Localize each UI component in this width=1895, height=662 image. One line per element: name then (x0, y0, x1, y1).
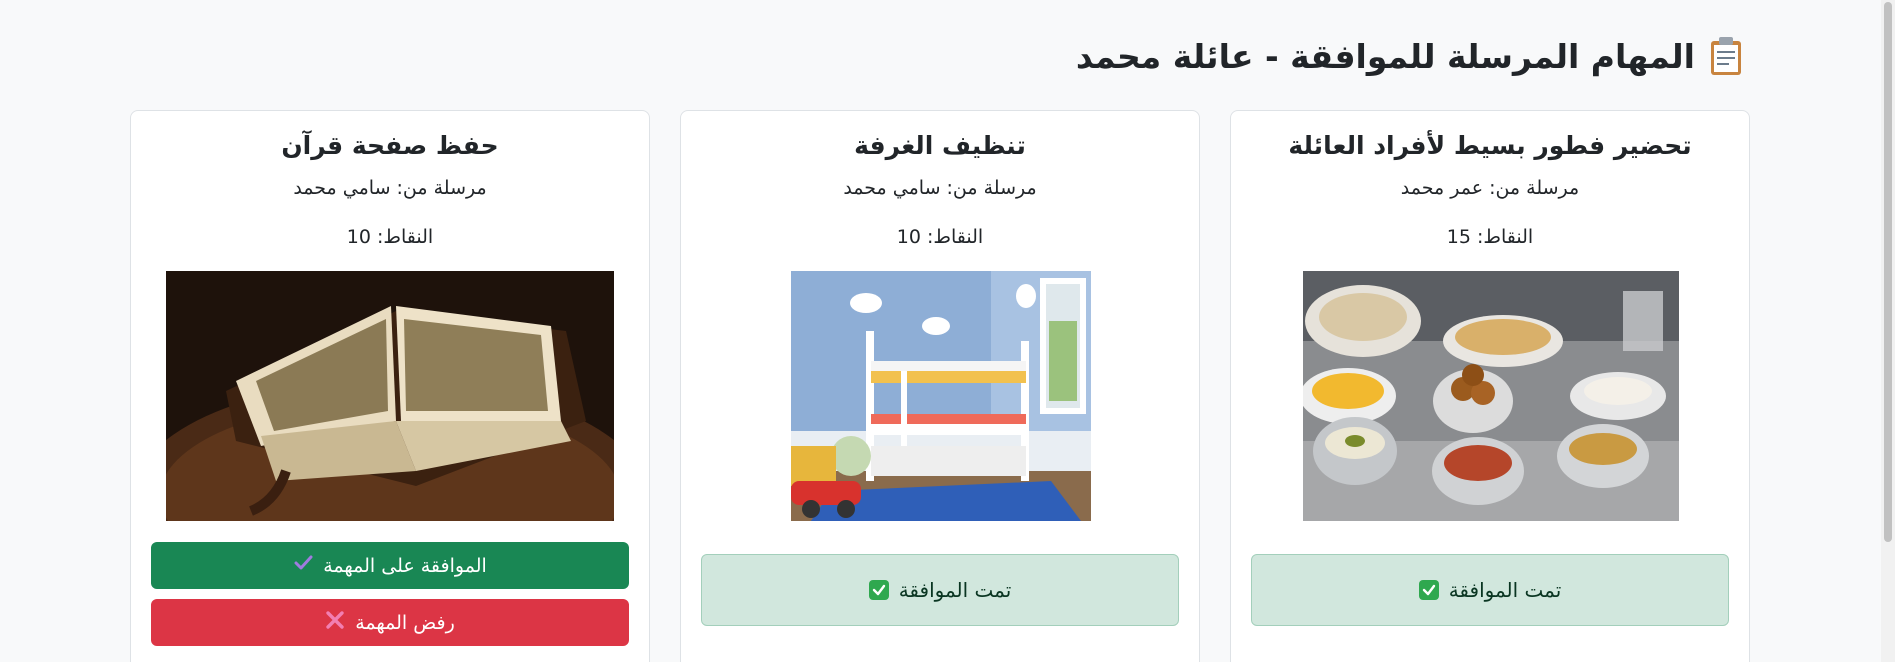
task-card-clean-room: تنظيف الغرفة مرسلة من: سامي محمد النقاط:… (680, 110, 1200, 662)
task-card-breakfast: تحضير فطور بسيط لأفراد العائلة مرسلة من:… (1230, 110, 1750, 662)
task-sender: مرسلة من: سامي محمد (843, 177, 1037, 199)
cross-mark-icon (325, 610, 345, 635)
task-title: تحضير فطور بسيط لأفراد العائلة (1288, 131, 1692, 160)
approve-task-button[interactable]: الموافقة على المهمة (151, 542, 629, 589)
page-title: المهام المرسلة للموافقة - عائلة محمد (1076, 36, 1743, 76)
task-points: النقاط: 10 (346, 226, 434, 248)
approved-status-label: تمت الموافقة (898, 578, 1012, 602)
check-mark-icon (293, 554, 313, 577)
task-card-quran: حفظ صفحة قرآن مرسلة من: سامي محمد النقاط… (130, 110, 650, 662)
approve-button-label: الموافقة على المهمة (323, 554, 487, 577)
check-mark-icon (1418, 580, 1439, 600)
task-points: النقاط: 10 (896, 226, 984, 248)
approved-status: تمت الموافقة (701, 554, 1179, 626)
approved-status: تمت الموافقة (1251, 554, 1729, 626)
clipboard-icon (1709, 36, 1743, 76)
bedroom-image (791, 271, 1091, 521)
reject-button-label: رفض المهمة (355, 611, 455, 634)
breakfast-image (1303, 271, 1679, 521)
task-sender: مرسلة من: سامي محمد (293, 177, 487, 199)
task-title: حفظ صفحة قرآن (281, 131, 499, 160)
task-points: النقاط: 15 (1446, 226, 1534, 248)
check-mark-icon (868, 580, 889, 600)
task-title: تنظيف الغرفة (854, 131, 1026, 160)
page-scrollbar[interactable] (1881, 0, 1895, 662)
quran-image (166, 271, 614, 521)
task-cards: تحضير فطور بسيط لأفراد العائلة مرسلة من:… (0, 110, 1895, 662)
reject-task-button[interactable]: رفض المهمة (151, 599, 629, 646)
page-title-text: المهام المرسلة للموافقة - عائلة محمد (1075, 36, 1695, 76)
task-sender: مرسلة من: عمر محمد (1400, 177, 1580, 199)
approved-status-label: تمت الموافقة (1448, 578, 1562, 602)
scrollbar-thumb[interactable] (1884, 2, 1892, 542)
